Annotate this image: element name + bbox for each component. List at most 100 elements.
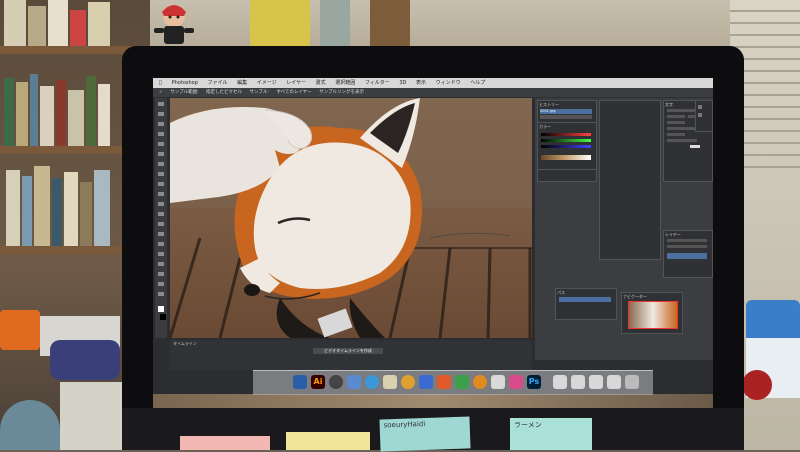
book [80,182,92,246]
folder-icon[interactable] [589,375,603,389]
menu-item[interactable]: イメージ [257,80,277,86]
hand-tool-icon[interactable] [158,282,164,286]
kerning-field[interactable] [667,121,685,124]
acrobat-icon[interactable] [491,375,505,389]
menu-item[interactable]: 3D [399,80,406,86]
menu-item[interactable]: ヘルプ [470,80,485,86]
book [68,90,84,146]
path-select-tool-icon[interactable] [158,262,164,266]
book [64,172,78,246]
folder-icon[interactable] [553,375,567,389]
illustrator-icon[interactable]: Ai [311,375,325,389]
menu-item[interactable]: 選択範囲 [335,80,355,86]
safari-icon[interactable] [365,375,379,389]
text-color-swatch[interactable] [690,145,700,148]
eraser-tool-icon[interactable] [158,202,164,206]
book [16,82,28,146]
quick-select-tool-icon[interactable] [158,132,164,136]
color-panel[interactable]: カラー [537,122,597,170]
document-canvas[interactable] [170,98,532,338]
layer-filter[interactable] [667,239,707,242]
excel-icon[interactable] [455,375,469,389]
style-icon[interactable] [698,113,702,117]
dodge-tool-icon[interactable] [158,232,164,236]
launchpad-icon[interactable] [329,375,343,389]
brush-tool-icon[interactable] [158,172,164,176]
indesign-icon[interactable] [509,375,523,389]
move-tool-icon[interactable] [158,102,164,106]
shape-tool-icon[interactable] [158,272,164,276]
lasso-tool-icon[interactable] [158,122,164,126]
options-bar: ✓ サンプル範囲: 指定したピクセル サンプル: すべてのレイヤー サンプルリン… [153,88,713,97]
navigator-thumbnail[interactable] [628,301,678,329]
blur-tool-icon[interactable] [158,222,164,226]
background-color-icon[interactable] [160,314,166,320]
pen-tool-icon[interactable] [158,242,164,246]
create-video-timeline-button[interactable]: ビデオタイムラインを作成 [313,348,383,354]
navigator-panel[interactable]: ナビゲーター [621,292,683,334]
monitor-screen:  Photoshop ファイル 編集 イメージ レイヤー 書式 選択範囲 フィ… [153,78,713,410]
menu-item[interactable]: レイヤー [286,80,306,86]
stamp-tool-icon[interactable] [158,182,164,186]
book [40,86,54,146]
history-item[interactable] [540,115,592,119]
red-slider[interactable] [541,133,591,136]
layers-panel[interactable]: レイヤー [663,230,713,278]
photoshop-icon[interactable]: Ps [527,375,541,389]
green-slider[interactable] [541,139,591,142]
folder-icon[interactable] [571,375,585,389]
book [30,74,38,146]
marquee-tool-icon[interactable] [158,112,164,116]
menu-item[interactable]: Photoshop [172,80,198,86]
binder [370,0,410,46]
type-tool-icon[interactable] [158,252,164,256]
healing-tool-icon[interactable] [158,162,164,166]
show-sampling-checkbox[interactable]: サンプルリングを表示 [319,90,364,95]
color-ramp[interactable] [541,155,591,160]
baseline-field[interactable] [667,139,697,142]
book [6,170,20,246]
sample-size-select[interactable]: 指定したピクセル [206,90,242,95]
wall [150,0,730,50]
menu-item[interactable]: 表示 [416,80,426,86]
zoom-tool-icon[interactable] [158,292,164,296]
tool-panel [155,98,167,338]
sticky-note: soeuryHaidi [379,416,471,452]
folder-icon[interactable] [607,375,621,389]
dock: Ai Ps [253,370,653,395]
menu-item[interactable]: フィルター [365,80,390,86]
font-size-field[interactable] [667,115,685,118]
gradient-tool-icon[interactable] [158,212,164,216]
word-icon[interactable] [419,375,433,389]
sample-layers-select[interactable]: すべてのレイヤー [276,90,311,95]
paths-panel[interactable]: パス [555,288,617,320]
panel-title: タイムライン [173,341,197,346]
orange-object [0,310,40,350]
blend-mode-select[interactable] [667,245,707,248]
path-row[interactable] [559,297,611,302]
panel-title: カラー [539,124,551,129]
foreground-color-icon[interactable] [158,306,164,312]
layer-row[interactable] [667,253,707,259]
history-item[interactable]: 0001.jpg [540,109,592,114]
menu-item[interactable]: 編集 [237,80,247,86]
book [86,76,96,146]
menu-item[interactable]: 書式 [316,80,326,86]
eyedropper-tool-icon[interactable] [158,152,164,156]
scale-field[interactable] [667,133,685,136]
itunes-icon[interactable] [401,375,415,389]
crop-tool-icon[interactable] [158,142,164,146]
menu-item[interactable]: ファイル [207,80,227,86]
history-brush-tool-icon[interactable] [158,192,164,196]
finder-icon[interactable] [293,375,307,389]
menu-item[interactable]: ウィンドウ [436,80,461,86]
blue-slider[interactable] [541,145,591,148]
apple-icon[interactable]:  [159,80,162,86]
notes-icon[interactable] [383,375,397,389]
eyedropper-icon[interactable]: ✓ [159,90,163,95]
powerpoint-icon[interactable] [437,375,451,389]
firefox-icon[interactable] [473,375,487,389]
mail-icon[interactable] [347,375,361,389]
trash-icon[interactable] [625,375,639,389]
paragraph-icon[interactable] [698,105,702,109]
